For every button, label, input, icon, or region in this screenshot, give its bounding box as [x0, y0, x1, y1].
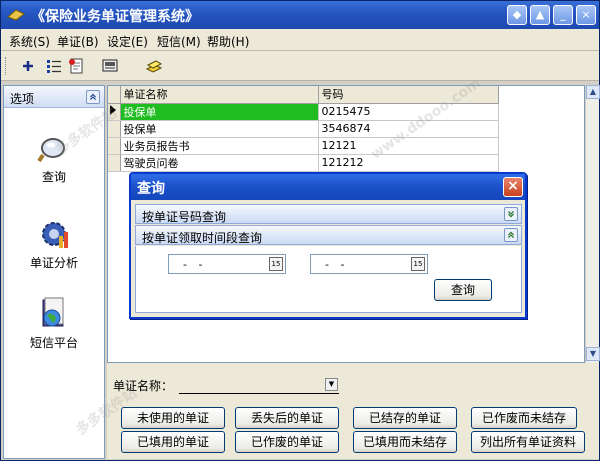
voided-docs-button[interactable]: 已作废的单证 — [235, 431, 339, 453]
collapse-chevron-icon[interactable] — [86, 90, 100, 104]
voided-unsettled-button[interactable]: 已作废而未结存 — [471, 407, 577, 429]
filter-panel: 单证名称： ▼ 未使用的单证 丢失后的单证 已结存的单证 已作废而未结存 已填用… — [107, 363, 599, 459]
row-indicator-header — [108, 86, 121, 104]
cell-doc-name[interactable]: 投保单 — [120, 120, 319, 138]
column-header-doc-name[interactable]: 单证名称 — [120, 86, 319, 104]
globe-folder-icon — [42, 297, 64, 327]
collapse-chevron-icon[interactable] — [504, 228, 518, 242]
nav-sms-label: 短信平台 — [29, 336, 78, 350]
query-dialog: 查询 × 按单证号码查询 按单证领取时间段查询 - - 15 - - 15 查询 — [129, 172, 527, 319]
main-window: 《保险业务单证管理系统》 ◆ ▲ _ × 系统(S) 单证(B) 设定(E) 短… — [0, 0, 600, 461]
menu-help[interactable]: 帮助(H) — [207, 33, 249, 50]
start-date-value: - - — [183, 258, 207, 271]
restore-icon[interactable]: ◆ — [507, 5, 527, 25]
title-bar[interactable]: 《保险业务单证管理系统》 ◆ ▲ _ × — [1, 1, 599, 29]
monitor-icon[interactable] — [101, 57, 119, 75]
cell-doc-name[interactable]: 投保单 — [120, 103, 319, 121]
dialog-title-bar[interactable]: 查询 × — [131, 174, 525, 200]
row-indicator — [108, 137, 121, 155]
cell-doc-name[interactable]: 驾驶员问卷 — [120, 154, 319, 172]
menu-system[interactable]: 系统(S) — [9, 33, 50, 50]
menu-sms[interactable]: 短信(M) — [157, 33, 201, 50]
scroll-down-icon[interactable]: ▼ — [586, 347, 600, 361]
maximize-icon[interactable]: ▲ — [530, 5, 550, 25]
cell-doc-name[interactable]: 业务员报告书 — [120, 137, 319, 155]
expand-chevron-icon[interactable] — [504, 207, 518, 221]
cell-number[interactable]: 0215475 — [318, 103, 499, 121]
window-title: 《保险业务单证管理系统》 — [31, 9, 199, 25]
end-date-picker[interactable]: - - 15 — [310, 254, 428, 274]
settled-docs-button[interactable]: 已结存的单证 — [353, 407, 457, 429]
lost-docs-button[interactable]: 丢失后的单证 — [235, 407, 339, 429]
dialog-title: 查询 — [137, 181, 165, 197]
list-icon[interactable] — [45, 57, 63, 75]
nav-sms[interactable]: 短信平台 — [4, 296, 104, 351]
table-row[interactable]: 投保单 3546874 — [108, 120, 499, 138]
options-header[interactable]: 选项 — [4, 86, 104, 108]
nav-analysis-label: 单证分析 — [29, 256, 78, 270]
app-icon — [7, 9, 25, 21]
toolbar-grip[interactable] — [5, 57, 8, 75]
toolbar — [1, 51, 599, 81]
document-icon[interactable] — [67, 57, 85, 75]
filled-unsettled-button[interactable]: 已填用而未结存 — [353, 431, 457, 453]
filled-docs-button[interactable]: 已填用的单证 — [121, 431, 225, 453]
row-indicator — [108, 154, 121, 172]
menu-settings[interactable]: 设定(E) — [107, 33, 148, 50]
section-by-date-label: 按单证领取时间段查询 — [142, 231, 263, 245]
section-by-date[interactable]: 按单证领取时间段查询 — [135, 225, 522, 245]
nav-analysis[interactable]: 单证分析 — [4, 218, 104, 271]
doc-name-select[interactable]: ▼ — [179, 376, 339, 394]
grid-vertical-scrollbar[interactable]: ▲ ▼ — [585, 85, 600, 363]
calendar-icon[interactable]: 15 — [269, 257, 283, 271]
scroll-up-icon[interactable]: ▲ — [586, 85, 600, 99]
nav-query-label: 查询 — [41, 170, 66, 184]
list-all-docs-button[interactable]: 列出所有单证资料 — [471, 431, 585, 453]
close-icon[interactable]: × — [576, 5, 596, 25]
dialog-close-icon[interactable]: × — [503, 177, 523, 197]
menu-bar: 系统(S) 单证(B) 设定(E) 短信(M) 帮助(H) — [1, 29, 599, 51]
calendar-icon[interactable]: 15 — [411, 257, 425, 271]
gear-chart-icon — [42, 222, 68, 248]
table-row[interactable]: 驾驶员问卷 121212 — [108, 154, 499, 172]
menu-document[interactable]: 单证(B) — [57, 33, 99, 50]
section-by-number[interactable]: 按单证号码查询 — [135, 204, 522, 224]
unused-docs-button[interactable]: 未使用的单证 — [121, 407, 225, 429]
table-row[interactable]: 业务员报告书 12121 — [108, 137, 499, 155]
dropdown-arrow-icon[interactable]: ▼ — [325, 378, 338, 391]
add-icon[interactable] — [19, 57, 37, 75]
minimize-icon[interactable]: _ — [553, 5, 573, 25]
section-by-number-label: 按单证号码查询 — [142, 210, 227, 224]
stack-icon[interactable] — [145, 57, 163, 75]
cell-number[interactable]: 121212 — [318, 154, 499, 172]
date-range-body: - - 15 - - 15 查询 — [135, 246, 522, 313]
start-date-picker[interactable]: - - 15 — [168, 254, 286, 274]
end-date-value: - - — [325, 258, 349, 271]
query-button[interactable]: 查询 — [434, 279, 492, 301]
options-label: 选项 — [10, 92, 35, 106]
